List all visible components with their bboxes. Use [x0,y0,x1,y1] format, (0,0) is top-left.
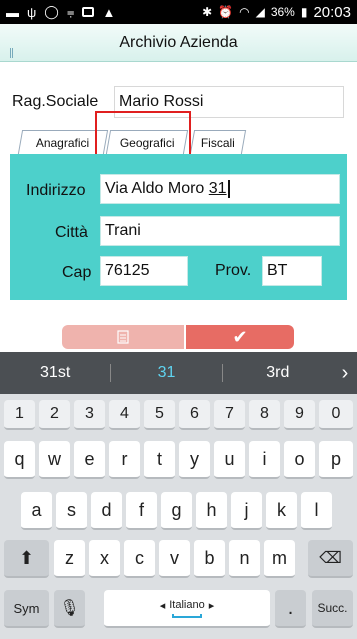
suggestion-item[interactable]: 31st [0,364,110,382]
citta-label: Città [55,224,88,241]
cap-label: Cap [62,264,92,281]
shift-key[interactable]: ⬆ [4,540,49,578]
key-5[interactable]: 5 [144,400,175,430]
key-m[interactable]: m [264,540,295,578]
key-3[interactable]: 3 [74,400,105,430]
status-bar: ▬ ψ ◯ ⩦ ▲ ✱ ⏰ ◠ ◢ 36% ▮ 20:03 [0,0,357,24]
battery-percent: 36% [270,5,295,19]
key-w[interactable]: w [39,441,70,479]
indirizzo-value-composing: 31 [208,180,227,198]
backspace-icon: ⌫ [319,550,342,567]
checkmark-icon: ✔ [232,326,248,347]
battery-icon: ▮ [300,5,308,19]
messenger-icon: ▬ [6,4,19,20]
key-2[interactable]: 2 [39,400,70,430]
tab-label: Anagrafici [36,135,90,150]
image-icon [82,7,95,17]
key-u[interactable]: u [214,441,245,479]
suggestion-item[interactable]: 3rd [223,364,333,382]
suggestion-item[interactable]: 31 [111,364,221,382]
key-z[interactable]: z [54,540,85,578]
key-l[interactable]: l [301,492,332,530]
chevron-right-icon[interactable]: › [333,362,357,385]
citta-input[interactable]: Trani [100,216,340,246]
key-t[interactable]: t [144,441,175,479]
chevron-right-icon: ▸ [208,599,215,612]
document-icon [117,330,129,344]
key-y[interactable]: y [179,441,210,479]
geografici-panel: Indirizzo Via Aldo Moro 31 Città Trani C… [10,154,347,300]
indirizzo-label: Indirizzo [26,182,86,199]
backspace-key[interactable]: ⌫ [308,540,353,578]
period-key[interactable]: . [275,590,306,628]
key-e[interactable]: e [74,441,105,479]
key-n[interactable]: n [229,540,260,578]
key-6[interactable]: 6 [179,400,210,430]
microphone-icon: 🎙 [59,600,80,617]
key-a[interactable]: a [21,492,52,530]
rag-sociale-label: Rag.Sociale [12,93,99,110]
text-cursor [227,180,230,198]
key-i[interactable]: i [249,441,280,479]
sym-key[interactable]: Sym [4,590,49,628]
language-label: Italiano [169,599,205,611]
key-4[interactable]: 4 [109,400,140,430]
key-d[interactable]: d [91,492,122,530]
shift-icon: ⬆ [18,547,35,568]
usb-icon: ψ [27,4,37,20]
prov-label: Prov. [215,262,252,279]
key-f[interactable]: f [126,492,157,530]
tab-label: Fiscali [200,135,235,150]
key-b[interactable]: b [194,540,225,578]
wifi-icon: ◠ [239,5,250,19]
title-bar: Archivio Azienda [0,24,357,62]
key-h[interactable]: h [196,492,227,530]
indirizzo-value: Via Aldo Moro [105,180,209,198]
key-c[interactable]: c [124,540,155,578]
indirizzo-input[interactable]: Via Aldo Moro 31 [100,174,340,204]
signal-icon: ◢ [255,5,265,19]
grip-icon [10,48,13,58]
key-9[interactable]: 9 [284,400,315,430]
prov-input[interactable]: BT [262,256,322,286]
key-s[interactable]: s [56,492,87,530]
key-1[interactable]: 1 [4,400,35,430]
keyboard: 31st 31 3rd › 1 2 3 4 5 6 7 8 9 0 q w e … [0,352,357,639]
chevron-left-icon: ◂ [159,599,166,612]
document-button[interactable] [62,325,184,349]
space-icon [172,613,202,618]
key-7[interactable]: 7 [214,400,245,430]
bluetooth-icon: ✱ [202,5,213,19]
whatsapp-icon: ◯ [44,4,59,19]
mic-key[interactable]: 🎙 [54,590,85,628]
warning-icon: ▲ [102,4,116,20]
key-o[interactable]: o [284,441,315,479]
key-0[interactable]: 0 [319,400,353,430]
suggestion-bar: 31st 31 3rd › [0,352,357,394]
next-key[interactable]: Succ. [312,590,353,628]
alarm-icon: ⏰ [218,5,234,19]
key-r[interactable]: r [109,441,140,479]
key-8[interactable]: 8 [249,400,280,430]
key-j[interactable]: j [231,492,262,530]
key-v[interactable]: v [159,540,190,578]
tab-fiscali[interactable]: Fiscali [189,130,247,154]
cap-input[interactable]: 76125 [100,256,188,286]
key-g[interactable]: g [161,492,192,530]
clock: 20:03 [313,3,351,21]
space-key[interactable]: ◂ Italiano ▸ [104,590,270,628]
voicemail-icon: ⩦ [66,4,75,19]
key-k[interactable]: k [266,492,297,530]
confirm-button[interactable]: ✔ [186,325,294,349]
key-q[interactable]: q [4,441,35,479]
key-p[interactable]: p [319,441,353,479]
page-title: Archivio Azienda [119,33,238,51]
key-x[interactable]: x [89,540,120,578]
